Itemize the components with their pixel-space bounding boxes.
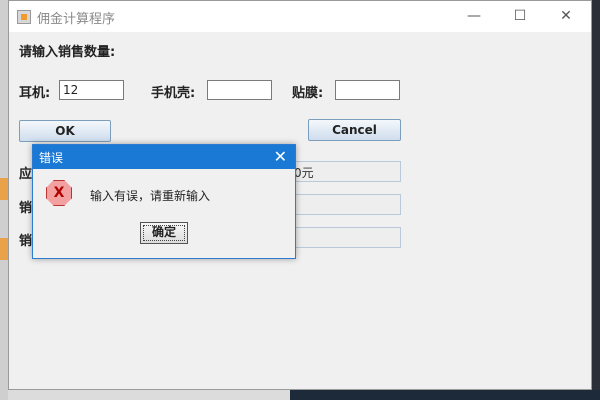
commission-output: 0元 <box>289 161 401 182</box>
sales-output-2 <box>289 227 401 248</box>
java-app-icon <box>17 10 31 24</box>
sales-output-1 <box>289 194 401 215</box>
sales-label-2: 销 <box>19 234 33 249</box>
ok-button[interactable]: OK <box>19 120 111 142</box>
dialog-close-icon[interactable]: ✕ <box>274 146 287 168</box>
dialog-titlebar[interactable]: 错误 ✕ <box>33 145 295 169</box>
cancel-button[interactable]: Cancel <box>308 119 401 141</box>
film-label: 贴膜: <box>292 86 324 101</box>
phonecase-label: 手机壳: <box>151 86 196 101</box>
error-dialog: 错误 ✕ X 输入有误，请重新输入 确定 <box>32 144 296 259</box>
phonecase-input[interactable] <box>207 80 272 100</box>
sales-label-1: 销 <box>19 201 33 216</box>
dialog-title: 错误 <box>39 151 64 165</box>
quantity-prompt: 请输入销售数量: <box>19 45 116 60</box>
minimize-button[interactable]: — <box>451 1 497 32</box>
commission-output-value: 0元 <box>294 166 314 180</box>
error-icon: X <box>46 180 72 206</box>
maximize-button[interactable]: ☐ <box>497 1 543 32</box>
film-input[interactable] <box>335 80 400 100</box>
commission-label: 应 <box>19 167 33 182</box>
window-title: 佣金计算程序 <box>37 12 116 27</box>
desktop-background-bottom <box>290 390 600 400</box>
earphone-label: 耳机: <box>19 86 51 101</box>
dialog-message: 输入有误，请重新输入 <box>90 189 211 203</box>
earphone-input[interactable] <box>59 80 124 100</box>
window-titlebar[interactable]: 佣金计算程序 — ☐ ✕ <box>9 1 591 32</box>
dialog-confirm-button[interactable]: 确定 <box>140 222 188 244</box>
desktop-background-left <box>0 0 9 400</box>
close-button[interactable]: ✕ <box>543 1 589 32</box>
